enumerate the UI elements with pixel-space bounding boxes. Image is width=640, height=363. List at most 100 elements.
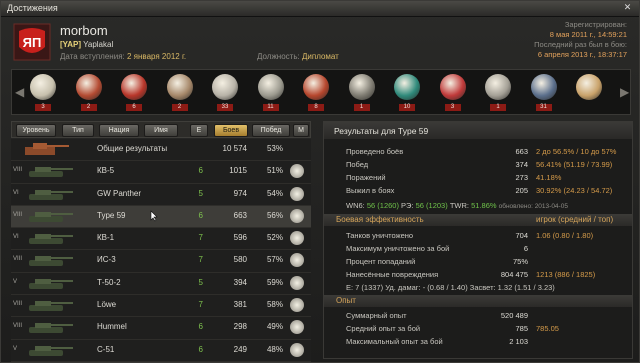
vehicle-name: Общие результаты	[97, 144, 168, 153]
medal-image	[166, 74, 193, 100]
last-battle-value: 6 апреля 2013 г., 18:37:17	[537, 50, 627, 59]
registration-info: Зарегистрирован: 8 мая 2011 г., 14:59:21…	[534, 20, 627, 60]
sort-toolbar: Уровень Тип Нация Имя Е Боев Побед М	[11, 121, 311, 138]
medal-image	[576, 74, 602, 100]
tier-label: VIII	[13, 167, 23, 174]
close-icon[interactable]: ✕	[622, 2, 633, 13]
warrior-medal-icon[interactable]: 3	[26, 73, 60, 111]
mastery-badge-icon	[290, 231, 304, 246]
stat-value: 6	[523, 244, 528, 253]
win-rate: 57%	[266, 255, 283, 265]
stat-label: Поражений	[346, 173, 386, 182]
tank-icon	[29, 278, 73, 289]
battles-count: 580	[233, 255, 247, 265]
stat-extra: 2 до 56.5% / 10 до 57%	[536, 147, 617, 156]
registered-value: 8 мая 2011 г., 14:59:21	[549, 30, 627, 39]
hexagon-medal-icon[interactable]	[572, 73, 606, 111]
stat-value: 804 475	[500, 270, 528, 279]
medal-image	[530, 74, 557, 100]
medal-count: 2	[171, 104, 188, 111]
medal-count: 1	[353, 104, 370, 111]
joined-label: Дата вступления:	[60, 52, 125, 61]
patrol-duty-medal-icon[interactable]: 10	[390, 73, 424, 111]
win-rate: 58%	[266, 300, 283, 310]
win-rate: 56%	[266, 210, 283, 220]
mastery-badge-icon	[290, 253, 304, 268]
vehicle-row[interactable]: VIII КВ-5 6 1015 51%	[11, 161, 311, 184]
steel-wall-medal-icon[interactable]: 8	[299, 73, 333, 111]
tank-badge-icon[interactable]: 11	[254, 73, 288, 111]
stat-value: 374	[515, 160, 528, 169]
registered-label: Зарегистрирован:	[564, 20, 627, 29]
battles-count: 1015	[229, 166, 247, 176]
rating-line: WN6: 56 (1260) РЭ: 56 (1203) TWR: 51.86%…	[346, 201, 568, 210]
joined-value: 2 января 2012 г.	[126, 52, 187, 61]
stat-extra: 41.18%	[536, 173, 562, 182]
last-battle-label: Последний раз был в бою:	[534, 40, 627, 49]
vehicle-row[interactable]: VIII Type 59 6 663 56%	[11, 205, 311, 229]
tier-label: VIII	[13, 211, 23, 218]
efficiency-mark: 6	[198, 322, 203, 332]
stat-extra: 56.41% (51.19 / 73.99)	[536, 160, 613, 169]
stat-label: Суммарный опыт	[346, 311, 407, 320]
sort-mastery-button[interactable]: М	[293, 124, 309, 137]
top-gun-medal-icon[interactable]: 3	[436, 73, 470, 111]
vehicle-row[interactable]: VI GW Panther 5 974 54%	[11, 183, 311, 206]
battles-count: 663	[233, 210, 247, 220]
battles-count: 974	[233, 188, 247, 198]
vehicle-row[interactable]: V С-51 6 249 48%	[11, 339, 311, 362]
tank-expert-medal-icon[interactable]: 1	[481, 73, 515, 111]
clan-info[interactable]: [YAP] Yaplakal	[60, 40, 113, 49]
overall-results-row[interactable]: Общие результаты 10 574 53%	[11, 139, 311, 162]
win-rate: 52%	[266, 233, 283, 243]
tier-label: VIII	[13, 323, 23, 330]
battles-count: 394	[233, 277, 247, 287]
scroll-right-icon[interactable]: ▶	[620, 82, 629, 102]
efficiency-mark: 5	[198, 277, 203, 287]
medal-image	[303, 74, 329, 100]
wn6-value: 56 (1260)	[366, 201, 399, 210]
vehicle-name: Type 59	[97, 210, 126, 220]
clan-name: Yaplakal	[83, 40, 114, 49]
vehicle-name: Т-50-2	[97, 277, 121, 287]
medal-count: 6	[126, 104, 142, 111]
stat-value: 520 489	[500, 311, 528, 320]
sniper-medal-icon[interactable]: 1	[345, 73, 379, 111]
medal-count: 3	[35, 104, 51, 111]
wn6-label: WN6:	[346, 201, 365, 210]
vehicle-row[interactable]: VIII Hummel 6 298 49%	[11, 317, 311, 340]
scroll-left-icon[interactable]: ◀	[15, 82, 24, 102]
vehicle-name: С-51	[97, 344, 115, 354]
stat-extra: 30.92% (24.23 / 54.72)	[536, 186, 613, 195]
vehicle-list: Уровень Тип Нация Имя Е Боев Побед М Общ…	[11, 121, 311, 362]
kolobanov-medal-icon[interactable]: 31	[527, 73, 561, 111]
results-title: Результаты для Type 59	[334, 126, 429, 136]
stat-extra: 1213 (886 / 1825)	[536, 270, 596, 279]
sort-e-button[interactable]: Е	[190, 124, 208, 137]
battles-count: 298	[233, 322, 247, 332]
sort-name-button[interactable]: Имя	[144, 124, 178, 137]
defender-medal-icon[interactable]: 6	[117, 73, 151, 111]
stat-value: 2 103	[509, 337, 528, 346]
sort-nation-button[interactable]: Нация	[99, 124, 139, 137]
stat-value: 75%	[512, 257, 528, 266]
sort-type-button[interactable]: Тип	[62, 124, 94, 137]
vehicle-row[interactable]: VIII Löwe 7 381 58%	[11, 295, 311, 318]
medals-bar: ◀ 3 2 6 2 33 11 8 1 10 3 1 31 ▶	[11, 69, 631, 115]
sort-wins-button[interactable]: Побед	[252, 124, 290, 137]
medal-count: 33	[217, 104, 233, 111]
vehicle-row[interactable]: VIII ИС-3 7 580 57%	[11, 250, 311, 273]
vehicle-row[interactable]: V Т-50-2 5 394 59%	[11, 272, 311, 296]
achievements-window: Достижения ✕ ЯП morbom [YAP] Yaplakal Да…	[0, 0, 640, 363]
tier-label: VI	[13, 234, 19, 241]
vehicle-row[interactable]: VI КВ-1 7 596 52%	[11, 228, 311, 251]
player-name: morbom	[60, 23, 108, 38]
scout-medal-icon[interactable]: 2	[163, 73, 197, 111]
medal-image	[439, 74, 466, 100]
confederate-medal-icon[interactable]: 33	[208, 73, 242, 111]
sort-battles-button[interactable]: Боев	[214, 124, 248, 137]
sort-level-button[interactable]: Уровень	[16, 124, 56, 137]
invader-medal-icon[interactable]: 2	[72, 73, 106, 111]
medal-count: 31	[535, 104, 552, 111]
mouse-cursor-icon	[150, 210, 158, 222]
